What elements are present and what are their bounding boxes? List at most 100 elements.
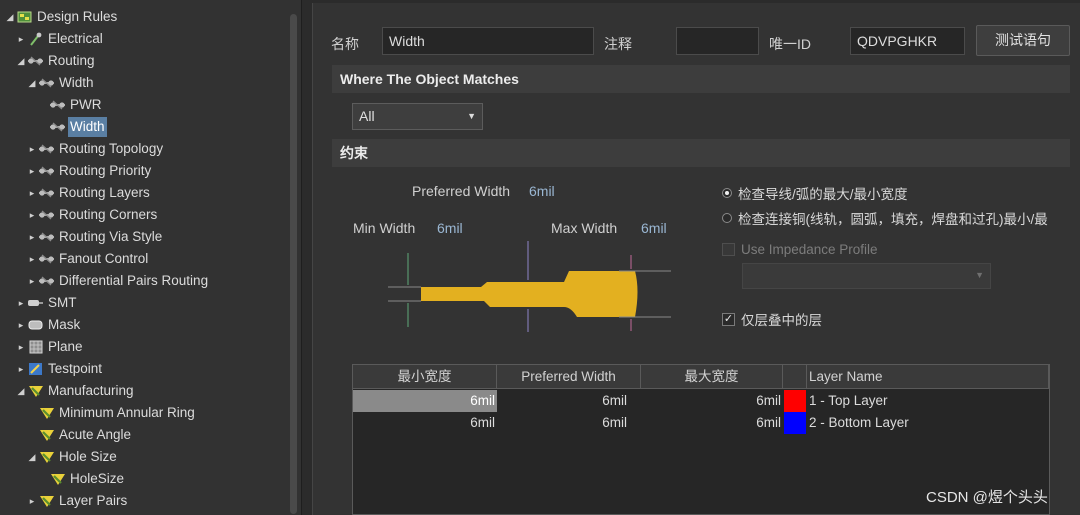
tree-item[interactable]: ▸ Electrical (15, 28, 105, 50)
tree-item[interactable]: ▸ Routing Topology (26, 138, 165, 160)
grid-header-color[interactable] (783, 365, 807, 389)
electrical-icon (27, 32, 44, 46)
grid-header-preferred-width[interactable]: Preferred Width (497, 365, 641, 389)
tree-item-label: Routing Via Style (59, 229, 163, 244)
min-width-value[interactable]: 6mil (437, 220, 463, 236)
tree-item[interactable]: ◢ Design Rules (4, 6, 119, 28)
layers-in-layerstack-only-checkbox[interactable]: ✓ 仅层叠中的层 (722, 309, 822, 329)
preferred-width-value[interactable]: 6mil (529, 183, 555, 199)
max-width-label: Max Width (551, 220, 618, 236)
tree-item[interactable]: ▸ Differential Pairs Routing (26, 270, 210, 292)
tree-item[interactable]: ▸ Routing Priority (26, 160, 153, 182)
grid-header-layer-name[interactable]: Layer Name (807, 365, 1049, 389)
expanded-arrow-icon[interactable]: ◢ (26, 446, 38, 468)
collapsed-arrow-icon[interactable]: ▸ (26, 490, 38, 512)
max-width-value[interactable]: 6mil (641, 220, 667, 236)
grid-cell-min-width[interactable]: 6mil (353, 412, 497, 434)
tree-item[interactable]: ▸ Plane (15, 336, 85, 358)
grid-cell-layer-name[interactable]: 2 - Bottom Layer (809, 412, 909, 434)
tree-item[interactable]: Acute Angle (26, 424, 133, 446)
tree-item-label: HoleSize (70, 471, 125, 486)
collapsed-arrow-icon[interactable]: ▸ (26, 204, 38, 226)
chevron-down-icon: ▼ (467, 111, 476, 121)
use-impedance-profile-checkbox[interactable]: Use Impedance Profile (722, 242, 878, 257)
collapsed-arrow-icon[interactable]: ▸ (26, 270, 38, 292)
test-query-button[interactable]: 测试语句 (976, 25, 1070, 56)
tree-item[interactable]: ◢ Manufacturing (15, 380, 136, 402)
grid-cell-max-width[interactable]: 6mil (641, 390, 783, 412)
tree-item[interactable]: ▸ SMT (15, 292, 79, 314)
chevron-down-icon: ▼ (975, 270, 984, 280)
expanded-arrow-icon[interactable]: ◢ (4, 6, 16, 28)
tree-item[interactable]: ▸ Routing Corners (26, 204, 159, 226)
grid-cell-preferred-width[interactable]: 6mil (497, 390, 641, 412)
design-rules-tree: ◢ Design Rules ▸ Electrical ◢ Routing ◢ Width PW… (0, 0, 302, 515)
tree-item-label: Routing (48, 53, 95, 68)
grid-cell-layer-name[interactable]: 1 - Top Layer (809, 390, 888, 412)
grid-header-min-width[interactable]: 最小宽度 (353, 365, 497, 389)
collapsed-arrow-icon[interactable]: ▸ (15, 292, 27, 314)
grid-cell-max-width[interactable]: 6mil (641, 412, 783, 434)
tree-item-label: Testpoint (48, 361, 103, 376)
collapsed-arrow-icon[interactable]: ▸ (15, 336, 27, 358)
routing-icon (38, 208, 55, 222)
unique-id-label: 唯一ID (769, 36, 811, 52)
tree-item-label: SMT (48, 295, 77, 310)
layer-color-swatch[interactable] (784, 412, 806, 434)
collapsed-arrow-icon[interactable]: ▸ (26, 160, 38, 182)
check-connected-copper-radio[interactable]: 检查连接铜(线轨，圆弧，填充，焊盘和过孔)最小/最 (722, 208, 1052, 228)
radio-unselected-icon (722, 213, 732, 223)
manufacturing-icon (27, 384, 44, 398)
manufacturing-icon (49, 472, 66, 486)
grid-cell-preferred-width[interactable]: 6mil (497, 412, 641, 434)
tree-item[interactable]: ◢ Width (26, 72, 96, 94)
tree-item[interactable]: ▸ Routing Via Style (26, 226, 164, 248)
tree-item[interactable]: ▸ Testpoint (15, 358, 104, 380)
tree-item-label: Routing Layers (59, 185, 150, 200)
grid-cell-min-width[interactable]: 6mil (353, 390, 497, 412)
design-rules-icon (16, 10, 33, 24)
name-input[interactable]: Width (382, 27, 594, 55)
collapsed-arrow-icon[interactable]: ▸ (26, 226, 38, 248)
grid-header-max-width[interactable]: 最大宽度 (641, 365, 783, 389)
collapsed-arrow-icon[interactable]: ▸ (15, 28, 27, 50)
tree-item-label: Width (59, 75, 94, 90)
unique-id-input[interactable]: QDVPGHKR (850, 27, 965, 55)
collapsed-arrow-icon[interactable]: ▸ (15, 314, 27, 336)
tree-item[interactable]: ▸ Routing Layers (26, 182, 152, 204)
collapsed-arrow-icon[interactable]: ▸ (26, 138, 38, 160)
tree-item[interactable]: ◢ Hole Size (26, 446, 119, 468)
watermark: CSDN @煜个头头 (926, 489, 1048, 506)
collapsed-arrow-icon[interactable]: ▸ (26, 182, 38, 204)
routing-icon (27, 54, 44, 68)
where-object-matches-header: Where The Object Matches (332, 65, 1070, 93)
tree-item[interactable]: Minimum Annular Ring (26, 402, 197, 424)
tree-item[interactable]: Width (37, 116, 107, 138)
tree-item[interactable]: HoleSize (37, 468, 126, 490)
manufacturing-icon (38, 494, 55, 508)
tree-item-label: Differential Pairs Routing (59, 273, 209, 288)
layer-color-swatch[interactable] (784, 390, 806, 412)
routing-icon (38, 186, 55, 200)
expanded-arrow-icon[interactable]: ◢ (26, 72, 38, 94)
match-scope-select[interactable]: All ▼ (352, 103, 483, 130)
tree-item[interactable]: ▸ Layer Pairs (26, 490, 129, 512)
routing-icon (49, 98, 66, 112)
expanded-arrow-icon[interactable]: ◢ (15, 380, 27, 402)
check-track-arc-width-radio[interactable]: 检查导线/弧的最大/最小宽度 (722, 183, 908, 203)
tree-item[interactable]: PWR (37, 94, 104, 116)
manufacturing-icon (38, 428, 55, 442)
checkbox-checked-icon: ✓ (722, 312, 735, 326)
collapsed-arrow-icon[interactable]: ▸ (15, 358, 27, 380)
expanded-arrow-icon[interactable]: ◢ (15, 50, 27, 72)
collapsed-arrow-icon[interactable]: ▸ (26, 248, 38, 270)
rule-editor-panel: 名称 Width 注释 唯一ID QDVPGHKR 测试语句 Where The… (312, 3, 1080, 515)
tree-item[interactable]: ▸ Fanout Control (26, 248, 150, 270)
tree-scrollbar[interactable] (290, 14, 297, 514)
comment-input[interactable] (676, 27, 759, 55)
testpoint-icon (27, 362, 44, 376)
tree-item[interactable]: ◢ Routing (15, 50, 97, 72)
impedance-profile-select[interactable]: ▼ (742, 263, 991, 289)
tree-item[interactable]: ▸ Mask (15, 314, 82, 336)
tree-item-label: Manufacturing (48, 383, 134, 398)
